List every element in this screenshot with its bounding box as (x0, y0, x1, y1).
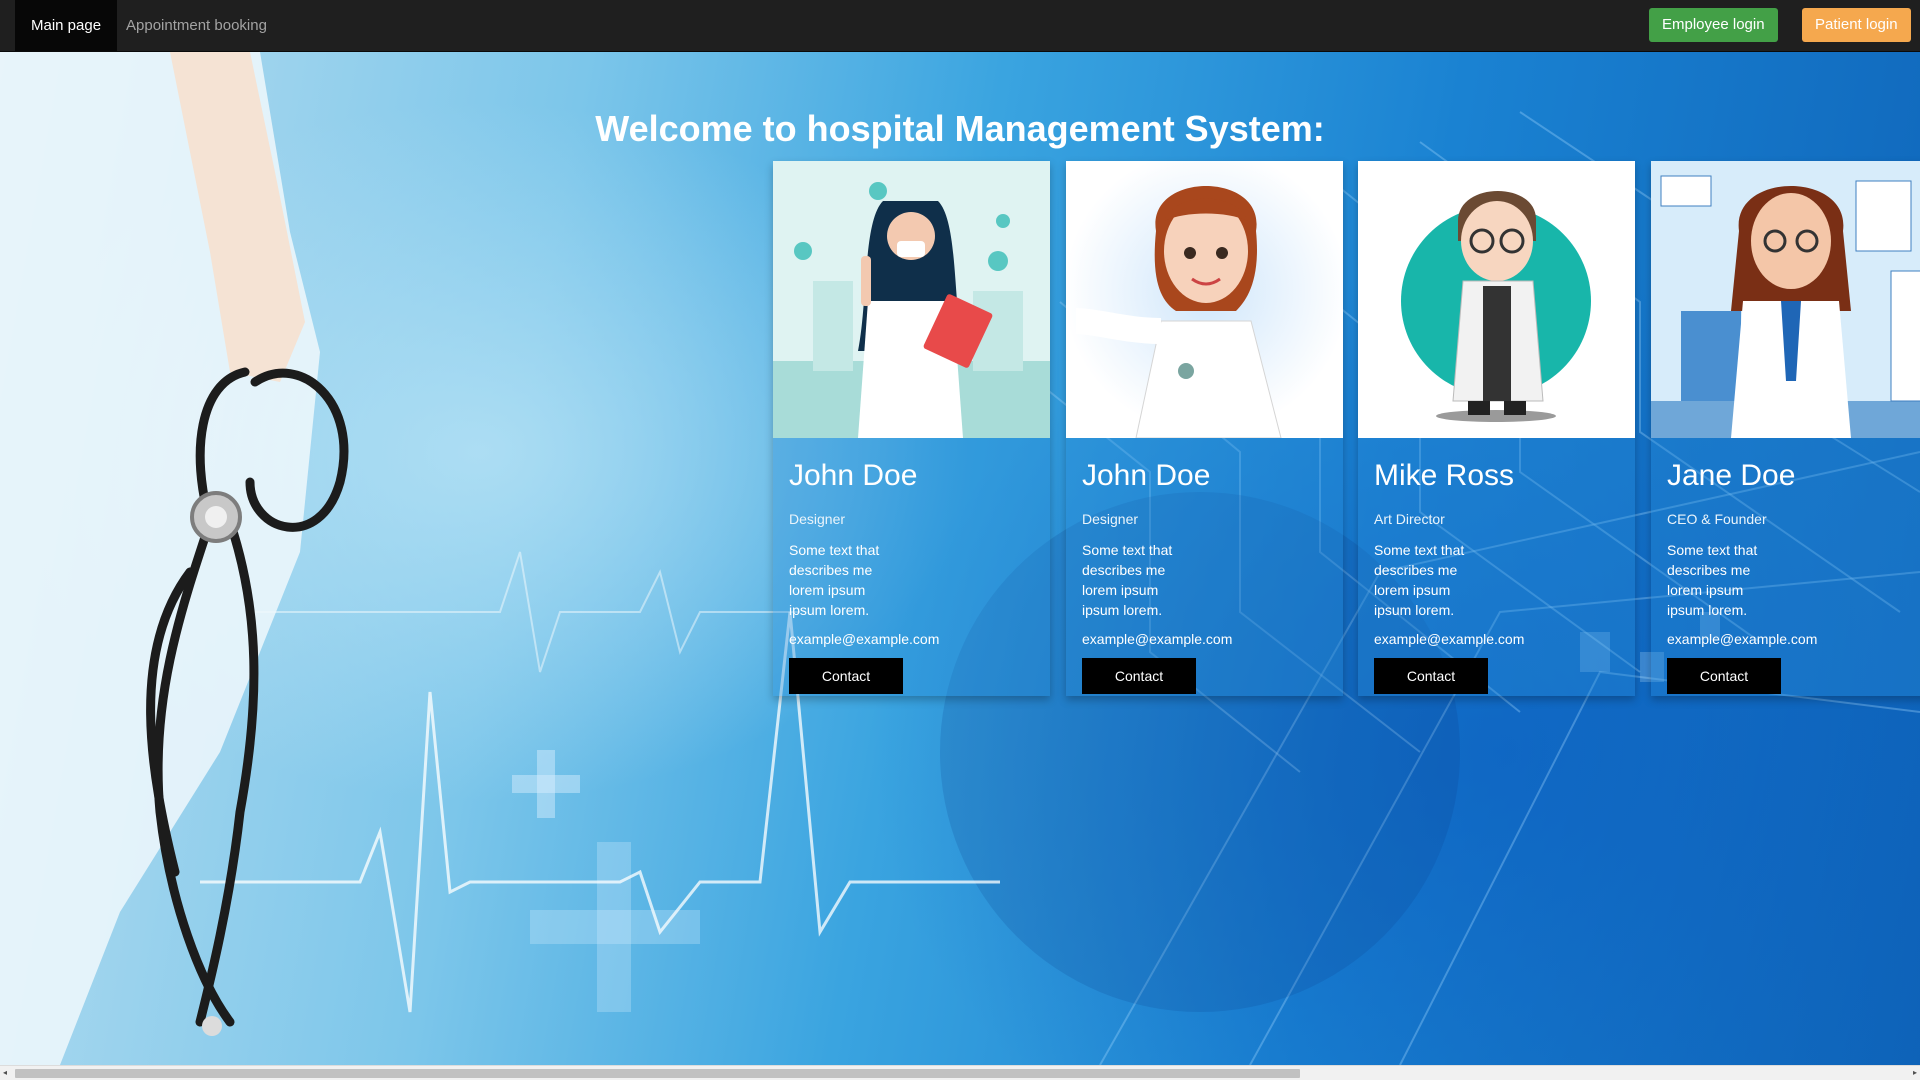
card-email: example@example.com (1374, 631, 1525, 647)
card-name: John Doe (789, 459, 918, 492)
contact-button[interactable]: Contact (789, 658, 903, 694)
hero-background: Welcome to hospital Management System: J… (0, 52, 1920, 1065)
card-email: example@example.com (1667, 631, 1818, 647)
nav-main-page[interactable]: Main page (15, 0, 118, 51)
card-body: John Doe Designer Some text that describ… (789, 438, 1040, 694)
card-body: John Doe Designer Some text that describ… (1082, 438, 1333, 694)
card-name: John Doe (1082, 459, 1211, 492)
page-title: Welcome to hospital Management System: (595, 108, 1325, 149)
scroll-left-arrow-icon[interactable]: ◂ (3, 1068, 7, 1077)
top-navbar: Main page Appointment booking Employee l… (0, 0, 1920, 52)
team-card: Jane Doe CEO & Founder Some text that de… (1651, 161, 1920, 696)
card-name: Jane Doe (1667, 459, 1796, 492)
female-doctor-office-icon (1651, 161, 1920, 438)
card-role: CEO & Founder (1667, 511, 1767, 527)
scroll-right-arrow-icon[interactable]: ▸ (1913, 1068, 1917, 1077)
card-body: Mike Ross Art Director Some text that de… (1374, 438, 1625, 694)
horizontal-scrollbar[interactable]: ◂ ▸ (0, 1065, 1920, 1080)
patient-login-button[interactable]: Patient login (1802, 8, 1911, 42)
card-role: Designer (789, 511, 846, 527)
contact-button[interactable]: Contact (1374, 658, 1488, 694)
card-role: Art Director (1374, 511, 1445, 527)
team-card: John Doe Designer Some text that describ… (773, 161, 1050, 696)
contact-button[interactable]: Contact (1082, 658, 1196, 694)
male-doctor-glasses-icon (1358, 161, 1635, 438)
card-name: Mike Ross (1374, 459, 1515, 492)
nav-appointment-booking[interactable]: Appointment booking (110, 0, 283, 51)
team-card: John Doe Designer Some text that describ… (1066, 161, 1343, 696)
female-doctor-presenting-icon (1066, 161, 1343, 438)
masked-female-doctor-icon (773, 161, 1050, 438)
card-description: Some text that describes me lorem ipsum … (1082, 542, 1173, 618)
card-body: Jane Doe CEO & Founder Some text that de… (1667, 438, 1918, 694)
card-description: Some text that describes me lorem ipsum … (1374, 542, 1465, 618)
card-email: example@example.com (789, 631, 940, 647)
scrollbar-thumb[interactable] (15, 1069, 1300, 1078)
card-email: example@example.com (1082, 631, 1233, 647)
team-card: Mike Ross Art Director Some text that de… (1358, 161, 1635, 696)
contact-button[interactable]: Contact (1667, 658, 1781, 694)
card-description: Some text that describes me lorem ipsum … (1667, 542, 1758, 618)
employee-login-button[interactable]: Employee login (1649, 8, 1778, 42)
card-role: Designer (1082, 511, 1139, 527)
card-description: Some text that describes me lorem ipsum … (789, 542, 880, 618)
